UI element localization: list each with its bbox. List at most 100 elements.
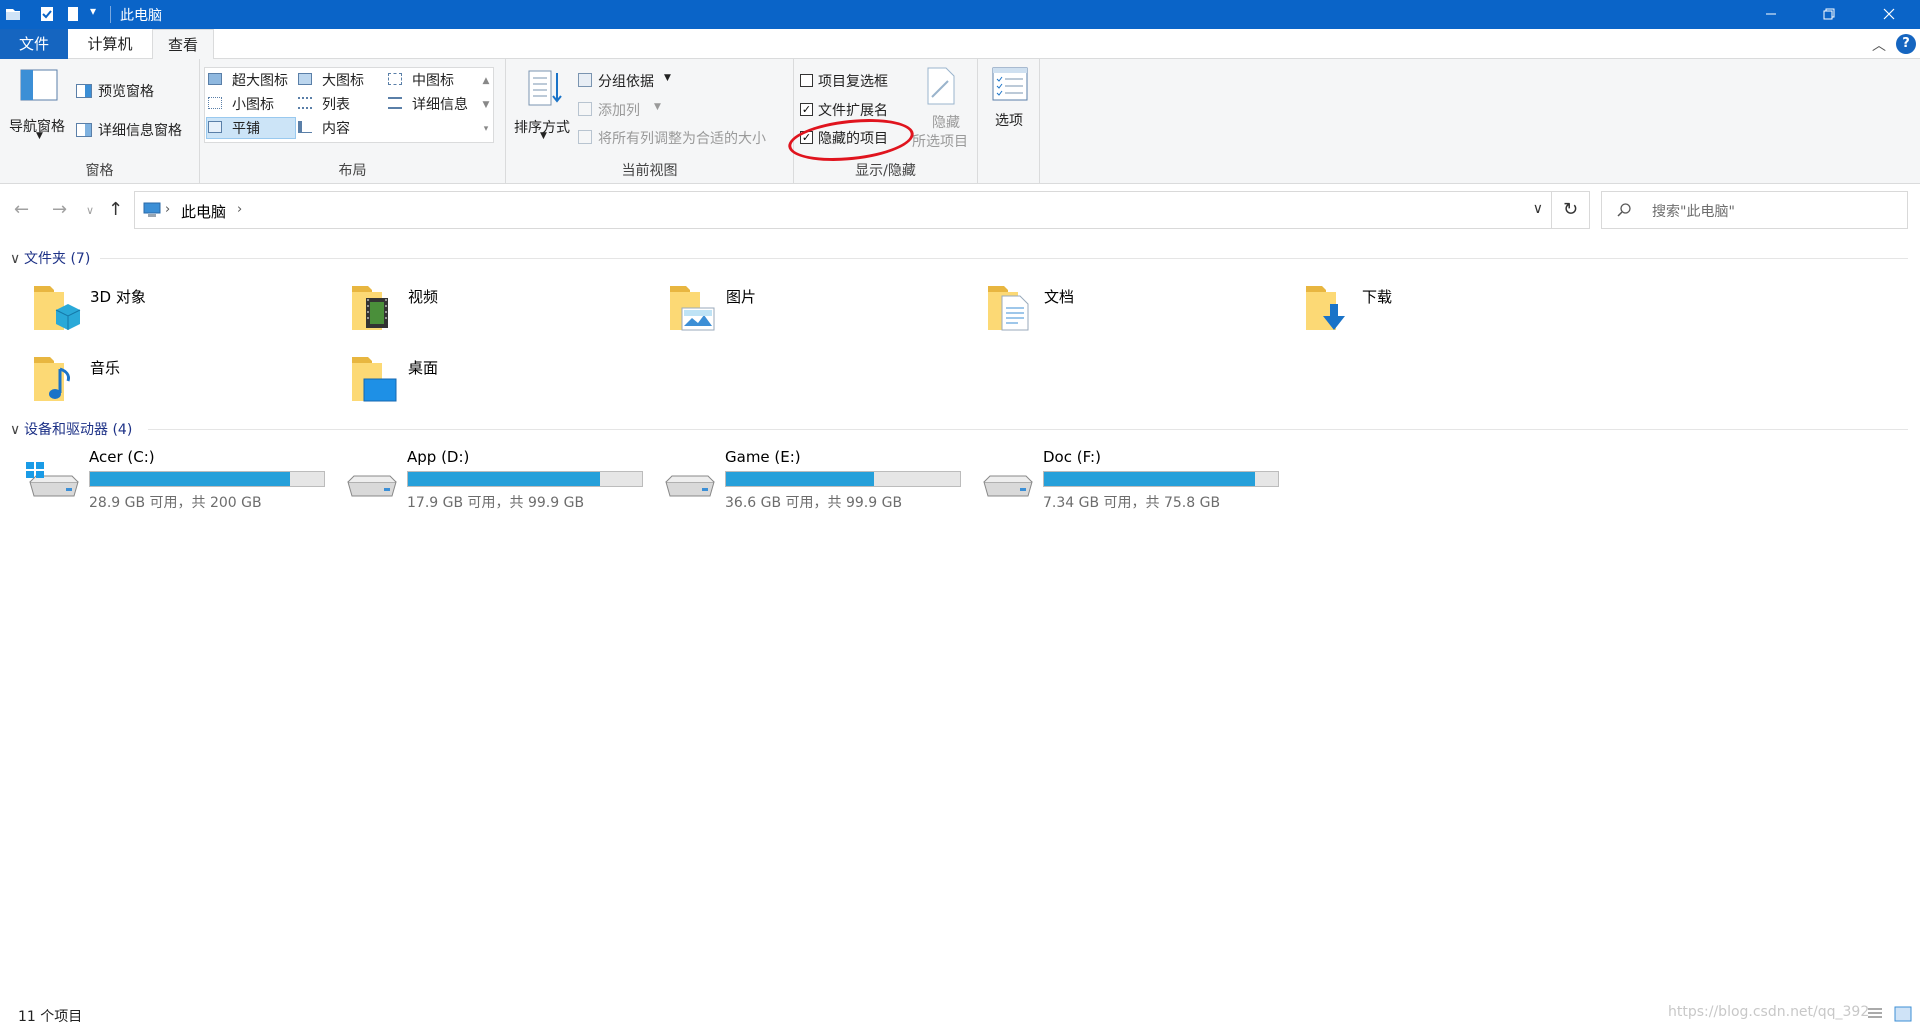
- tab-file[interactable]: 文件: [0, 29, 68, 59]
- drives-section-header[interactable]: ∨ 设备和驱动器 (4): [10, 419, 132, 439]
- file-extensions-checkbox[interactable]: ✓: [800, 103, 813, 116]
- group-by-button[interactable]: 分组依据 ▼: [578, 71, 688, 91]
- folder-downloads[interactable]: 下载: [1302, 280, 1562, 344]
- details-icon: [388, 97, 402, 109]
- ribbon: 导航窗格 ▼ 预览窗格 详细信息窗格 窗格 超大图标 大图标 中图标 小图标 列…: [0, 59, 1920, 184]
- restore-icon: [1823, 8, 1835, 20]
- layout-gallery-scroll[interactable]: ▲ ▼ ▾: [480, 69, 492, 141]
- drive-name: App (D:): [407, 448, 470, 466]
- recent-locations-chevron-icon[interactable]: ∨: [86, 204, 94, 217]
- forward-arrow-icon[interactable]: →: [52, 199, 67, 220]
- search-box[interactable]: 搜索"此电脑": [1601, 191, 1908, 229]
- folder-pictures[interactable]: 图片: [666, 280, 926, 344]
- hide-selected-label-2: 所选项目: [912, 134, 968, 150]
- layout-label: 详细信息: [412, 97, 468, 113]
- chevron-down-icon: ▼: [664, 73, 671, 83]
- content-icon: [298, 121, 312, 133]
- tab-computer[interactable]: 计算机: [74, 29, 146, 59]
- back-arrow-icon[interactable]: ←: [14, 199, 29, 220]
- folders-section-header[interactable]: ∨ 文件夹 (7): [10, 248, 90, 268]
- windows-drive-icon: [26, 462, 79, 497]
- customize-quick-access-icon[interactable]: ▾: [90, 4, 108, 22]
- chevron-down-icon[interactable]: ∨: [10, 251, 24, 267]
- gallery-expand-icon[interactable]: ▾: [480, 117, 492, 141]
- large-icons-view-icon[interactable]: [1894, 1006, 1912, 1022]
- new-folder-icon[interactable]: [64, 5, 82, 23]
- drive-f[interactable]: Doc (F:) 7.34 GB 可用，共 75.8 GB: [980, 448, 1280, 512]
- desktop-folder-icon: [352, 357, 397, 402]
- drive-usage-fill: [408, 472, 601, 486]
- file-extensions-toggle[interactable]: ✓ 文件扩展名: [800, 100, 910, 120]
- status-item-count: 11 个项目: [18, 1009, 83, 1025]
- this-pc-icon: [143, 202, 161, 217]
- properties-icon[interactable]: [38, 5, 56, 23]
- drive-c[interactable]: Acer (C:) 28.9 GB 可用，共 200 GB: [26, 448, 326, 512]
- breadcrumb-this-pc[interactable]: 此电脑: [181, 201, 226, 222]
- folder-desktop[interactable]: 桌面: [348, 351, 608, 415]
- tab-view[interactable]: 查看: [152, 29, 214, 60]
- options-icon: [992, 67, 1028, 101]
- preview-pane-icon: [76, 84, 92, 98]
- restore-button[interactable]: [1800, 0, 1858, 29]
- scroll-down-icon[interactable]: ▼: [480, 93, 492, 117]
- preview-pane-button[interactable]: 预览窗格: [76, 81, 196, 101]
- folder-3d-objects[interactable]: 3D 对象: [30, 280, 290, 344]
- layout-label: 中图标: [412, 73, 454, 89]
- layout-extra-large-icons[interactable]: 超大图标: [208, 70, 298, 90]
- layout-large-icons[interactable]: 大图标: [298, 70, 378, 90]
- sort-icon: [528, 70, 562, 106]
- layout-tiles[interactable]: 平铺: [208, 118, 298, 138]
- size-columns-icon: [578, 130, 592, 144]
- section-divider: [100, 258, 1908, 259]
- layout-list[interactable]: 列表: [298, 94, 378, 114]
- layout-content[interactable]: 内容: [298, 118, 378, 138]
- layout-details[interactable]: 详细信息: [388, 94, 488, 114]
- minimize-icon: [1766, 13, 1776, 15]
- close-icon: [1883, 8, 1895, 20]
- close-button[interactable]: [1858, 0, 1920, 29]
- drive-e[interactable]: Game (E:) 36.6 GB 可用，共 99.9 GB: [662, 448, 962, 512]
- chevron-down-icon[interactable]: ∨: [10, 422, 24, 438]
- details-pane-button[interactable]: 详细信息窗格: [76, 120, 198, 140]
- item-checkboxes-toggle[interactable]: 项目复选框: [800, 71, 910, 91]
- layout-medium-icons[interactable]: 中图标: [388, 70, 478, 90]
- search-placeholder: 搜索"此电脑": [1652, 204, 1735, 220]
- refresh-button[interactable]: ↻: [1552, 191, 1590, 229]
- options-button[interactable]: 选项: [982, 65, 1036, 145]
- item-checkboxes-checkbox[interactable]: [800, 74, 813, 87]
- folder-documents[interactable]: 文档: [984, 280, 1244, 344]
- minimize-button[interactable]: [1742, 0, 1800, 29]
- drive-d[interactable]: App (D:) 17.9 GB 可用，共 99.9 GB: [344, 448, 644, 512]
- hide-selected-label-1: 隐藏: [932, 115, 960, 131]
- navigation-pane-icon: [20, 69, 58, 101]
- documents-folder-icon: [988, 286, 1029, 331]
- group-label-panes: 窗格: [85, 163, 114, 179]
- add-columns-label: 添加列: [598, 103, 640, 119]
- breadcrumb-separator-icon[interactable]: ›: [165, 202, 170, 217]
- details-view-icon[interactable]: [1866, 1006, 1884, 1022]
- up-arrow-icon[interactable]: ↑: [108, 199, 123, 220]
- large-icons-icon: [298, 73, 312, 85]
- explorer-icon[interactable]: [4, 5, 22, 23]
- drive-icon: [347, 475, 397, 497]
- scroll-up-icon[interactable]: ▲: [480, 69, 492, 93]
- window-title: 此电脑: [120, 8, 162, 24]
- layout-label: 大图标: [322, 73, 364, 89]
- layout-small-icons[interactable]: 小图标: [208, 94, 298, 114]
- breadcrumb-separator-icon[interactable]: ›: [237, 202, 242, 217]
- navigation-pane-button[interactable]: 导航窗格 ▼: [4, 65, 74, 145]
- layout-label: 平铺: [232, 121, 260, 137]
- address-history-chevron-icon[interactable]: ∨: [1533, 201, 1543, 217]
- sort-by-button[interactable]: 排序方式 ▼: [510, 65, 574, 149]
- ribbon-group-panes: 导航窗格 ▼ 预览窗格 详细信息窗格 窗格: [0, 59, 200, 184]
- collapse-ribbon-icon[interactable]: ︿: [1872, 35, 1886, 55]
- drive-usage-bar: [89, 471, 325, 487]
- section-divider: [148, 429, 1908, 430]
- help-icon[interactable]: ?: [1896, 34, 1916, 54]
- extra-large-icons-icon: [208, 73, 222, 85]
- drive-usage-bar: [725, 471, 961, 487]
- address-bar[interactable]: › 此电脑 › ∨: [134, 191, 1552, 229]
- folder-videos[interactable]: 视频: [348, 280, 608, 344]
- folder-name: 视频: [408, 288, 439, 306]
- folder-music[interactable]: 音乐: [30, 351, 290, 415]
